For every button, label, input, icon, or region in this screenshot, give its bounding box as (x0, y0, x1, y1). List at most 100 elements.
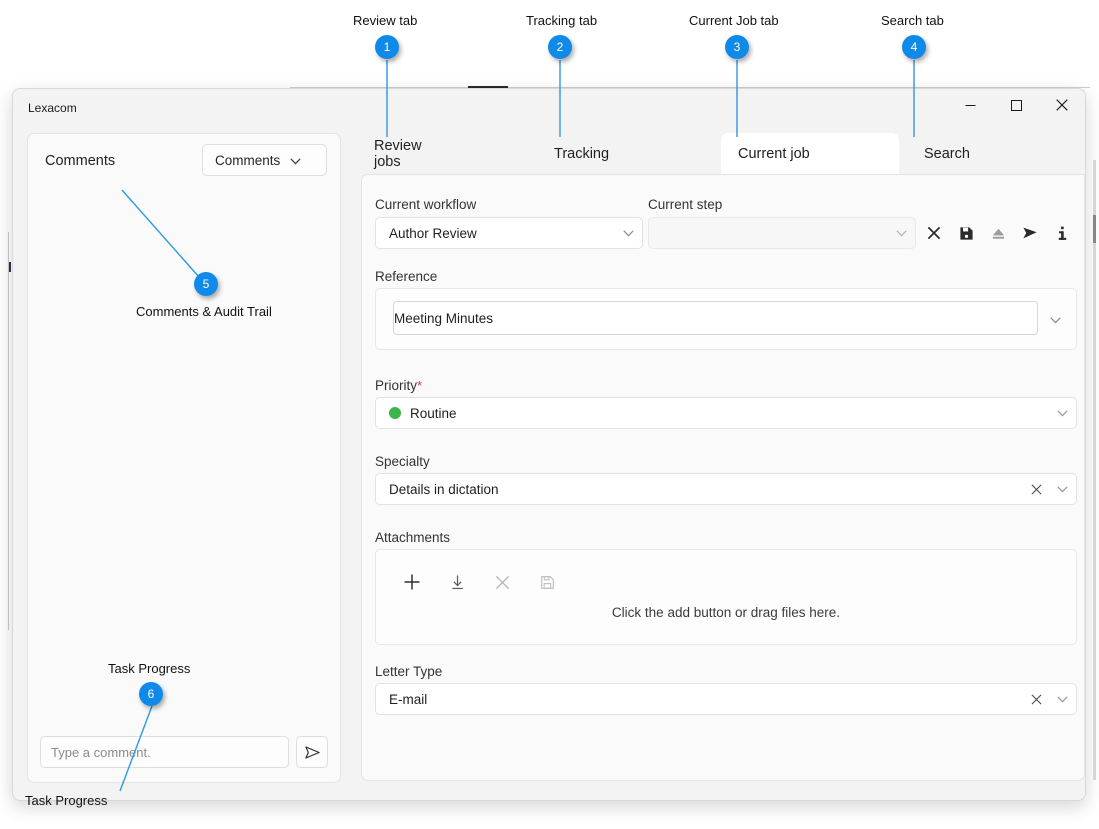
background-window-left-edge (8, 232, 9, 630)
tab-review-jobs[interactable]: Review jobs (357, 133, 465, 174)
priority-label-text: Priority (375, 378, 418, 393)
floppy-disk-icon (959, 226, 973, 240)
chevron-down-icon (614, 229, 642, 237)
minimize-button[interactable] (947, 89, 993, 121)
reference-label: Reference (375, 269, 438, 284)
current-workflow-value: Author Review (389, 225, 477, 241)
attachments-dropzone[interactable]: Click the add button or drag files here. (375, 549, 1077, 645)
chevron-down-icon (1049, 316, 1061, 323)
current-job-panel: Current workflow Author Review Current s… (361, 174, 1085, 781)
add-attachment-button[interactable] (402, 572, 422, 592)
priority-label: Priority* (375, 378, 422, 393)
comments-filter-label: Comments (215, 152, 281, 168)
send-job-button[interactable] (1018, 221, 1042, 245)
close-button[interactable] (1039, 89, 1085, 121)
comment-compose-row (40, 736, 328, 768)
close-x-icon (1031, 694, 1041, 704)
comments-panel: Comments Comments (27, 133, 341, 783)
job-info-button[interactable] (1050, 221, 1074, 245)
tab-label: Current job (738, 145, 810, 162)
current-workflow-select[interactable]: Author Review (375, 217, 643, 249)
specialty-value: Details in dictation (389, 481, 499, 497)
tab-search[interactable]: Search (907, 133, 987, 174)
send-icon (304, 745, 320, 759)
tab-current-job[interactable]: Current job (721, 133, 899, 174)
close-x-icon (927, 226, 941, 240)
close-x-icon (1031, 484, 1041, 494)
title-bar: Lexacom (13, 89, 1085, 129)
callout-label: Comments & Audit Trail (136, 304, 272, 319)
priority-select[interactable]: Routine (375, 397, 1077, 429)
reference-input[interactable]: Meeting Minutes (393, 301, 1038, 335)
download-arrow-icon (451, 574, 463, 589)
specialty-select[interactable]: Details in dictation (375, 473, 1077, 505)
comments-title: Comments (45, 153, 116, 169)
chevron-down-icon (1048, 485, 1076, 493)
download-attachment-button[interactable] (447, 572, 467, 592)
tab-label: Tracking (554, 145, 610, 162)
comments-list (28, 192, 340, 722)
attachments-toolbar (402, 572, 557, 592)
required-marker: * (417, 378, 423, 393)
callout-badge: 1 (375, 35, 399, 59)
send-comment-button[interactable] (296, 736, 328, 768)
comments-panel-header: Comments Comments (28, 134, 340, 192)
tab-tracking[interactable]: Tracking (537, 133, 625, 174)
comment-input[interactable] (40, 736, 289, 768)
info-icon (1058, 226, 1066, 240)
eject-job-button[interactable] (986, 221, 1010, 245)
close-icon (1056, 99, 1068, 111)
clear-letter-type-button[interactable] (1024, 694, 1048, 705)
cancel-job-button[interactable] (922, 221, 946, 245)
chevron-down-icon (290, 153, 301, 168)
reference-expand-button[interactable] (1043, 308, 1067, 332)
letter-type-select[interactable]: E-mail (375, 683, 1077, 715)
reference-value: Meeting Minutes (394, 310, 494, 326)
callout-label: Task Progress (25, 793, 108, 808)
maximize-icon (1010, 99, 1022, 111)
eject-icon (992, 228, 1004, 239)
callout-label: Task Progress (108, 661, 191, 676)
save-job-button[interactable] (954, 221, 978, 245)
callout-badge: 2 (548, 35, 572, 59)
lexacom-window: Lexacom Comments Comments Type a comment… (12, 88, 1086, 801)
send-plane-icon (1023, 227, 1037, 239)
close-x-icon (495, 575, 509, 589)
callout-badge: 3 (725, 35, 749, 59)
callout-badge: 6 (139, 682, 163, 706)
specialty-label: Specialty (375, 454, 430, 469)
comments-filter-dropdown[interactable]: Comments (202, 144, 327, 176)
background-scrollbar-track[interactable] (1093, 160, 1096, 780)
job-actions-toolbar (922, 217, 1074, 249)
chevron-down-icon (1048, 409, 1076, 417)
plus-icon (404, 574, 420, 590)
floppy-disk-outline-icon (540, 575, 554, 589)
callout-badge: 4 (902, 35, 926, 59)
attachments-label: Attachments (375, 530, 451, 545)
chevron-down-icon (1048, 695, 1076, 703)
letter-type-label: Letter Type (375, 664, 443, 679)
window-title: Lexacom (28, 101, 77, 115)
priority-color-dot (389, 407, 401, 419)
reference-field-group: Meeting Minutes (375, 288, 1077, 350)
priority-value: Routine (410, 405, 457, 421)
save-attachment-button (537, 572, 557, 592)
callout-label: Tracking tab (526, 13, 598, 28)
callout-label: Search tab (881, 13, 944, 28)
attachments-hint: Click the add button or drag files here. (611, 605, 841, 620)
background-scrollbar-thumb[interactable] (1093, 215, 1096, 243)
delete-attachment-button (492, 572, 512, 592)
maximize-button[interactable] (993, 89, 1039, 121)
current-step-label: Current step (648, 197, 723, 212)
callout-label: Current Job tab (689, 13, 779, 28)
clear-specialty-button[interactable] (1024, 484, 1048, 495)
tab-label: Search (924, 145, 970, 162)
tab-label: Review jobs (374, 137, 422, 170)
callout-label: Review tab (353, 13, 418, 28)
current-workflow-label: Current workflow (375, 197, 477, 212)
callout-badge: 5 (194, 272, 218, 296)
minimize-icon (965, 104, 975, 106)
current-step-select[interactable] (648, 217, 916, 249)
tab-strip: Review jobs Tracking Current job Search (349, 133, 1071, 174)
background-window-marker (9, 262, 11, 272)
